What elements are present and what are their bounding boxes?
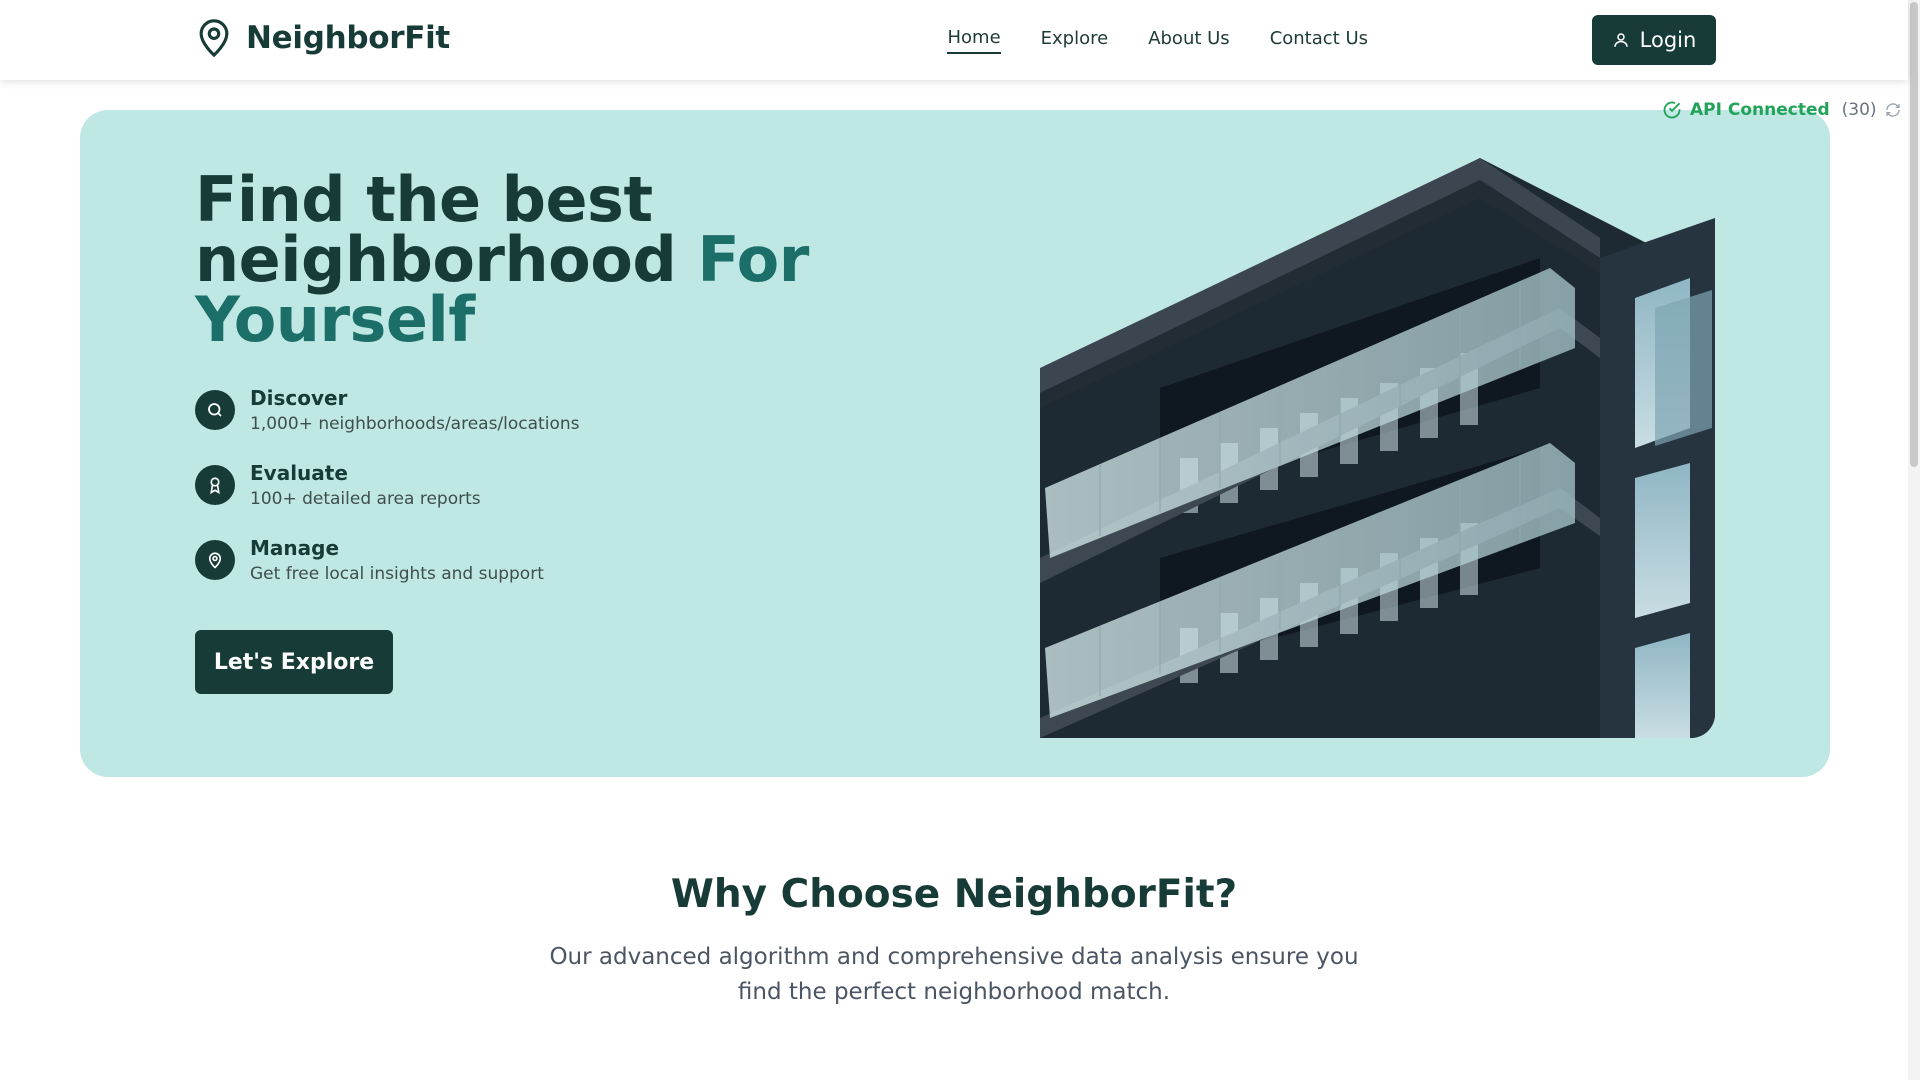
refresh-icon[interactable]: [1885, 102, 1901, 118]
feature-discover: Discover 1,000+ neighborhoods/areas/loca…: [195, 385, 579, 436]
api-status: API Connected (30): [1662, 100, 1901, 120]
user-icon: [1613, 33, 1628, 47]
feature-desc: 100+ detailed area reports: [250, 489, 481, 509]
award-icon: [195, 465, 235, 505]
feature-manage: Manage Get free local insights and suppo…: [195, 535, 579, 586]
hero-section: Find the best neighborhood For Yourself …: [80, 110, 1830, 777]
api-count: (30): [1841, 100, 1877, 120]
why-choose-title: Why Choose NeighborFit?: [670, 872, 1238, 917]
nav-contact-us[interactable]: Contact Us: [1270, 28, 1368, 53]
feature-evaluate: Evaluate 100+ detailed area reports: [195, 460, 579, 511]
navbar: NeighborFit Home Explore About Us Contac…: [0, 0, 1908, 80]
login-button[interactable]: Login: [1592, 15, 1716, 65]
feature-list: Discover 1,000+ neighborhoods/areas/loca…: [195, 385, 579, 610]
building-image: [1040, 158, 1715, 738]
nav-home[interactable]: Home: [947, 27, 1001, 54]
hero-title-accent2: Yourself: [195, 283, 475, 356]
nav-explore[interactable]: Explore: [1041, 28, 1109, 53]
scrollbar-thumb[interactable]: [1910, 2, 1918, 467]
feature-title: Manage: [250, 536, 340, 560]
brand-name: NeighborFit: [246, 20, 450, 56]
main-nav: Home Explore About Us Contact Us: [947, 0, 1368, 80]
check-circle-icon: [1663, 101, 1681, 119]
feature-title: Discover: [250, 386, 348, 410]
hero-title: Find the best neighborhood For Yourself: [195, 169, 809, 351]
map-pin-icon: [195, 540, 235, 580]
feature-title: Evaluate: [250, 461, 348, 485]
brand-logo[interactable]: NeighborFit: [196, 18, 450, 58]
feature-desc: Get free local insights and support: [250, 564, 544, 584]
nav-about-us[interactable]: About Us: [1148, 28, 1230, 53]
api-status-text: API Connected: [1690, 100, 1830, 120]
hero-title-accent1: For: [697, 223, 809, 296]
login-label: Login: [1639, 28, 1697, 52]
map-pin-icon: [199, 19, 229, 58]
why-choose-desc: Our advanced algorithm and comprehensive…: [549, 944, 1359, 1005]
scrollbar[interactable]: [1908, 0, 1920, 1080]
lets-explore-button[interactable]: Let's Explore: [195, 630, 393, 694]
feature-desc: 1,000+ neighborhoods/areas/locations: [250, 414, 580, 434]
search-icon: [195, 390, 235, 430]
